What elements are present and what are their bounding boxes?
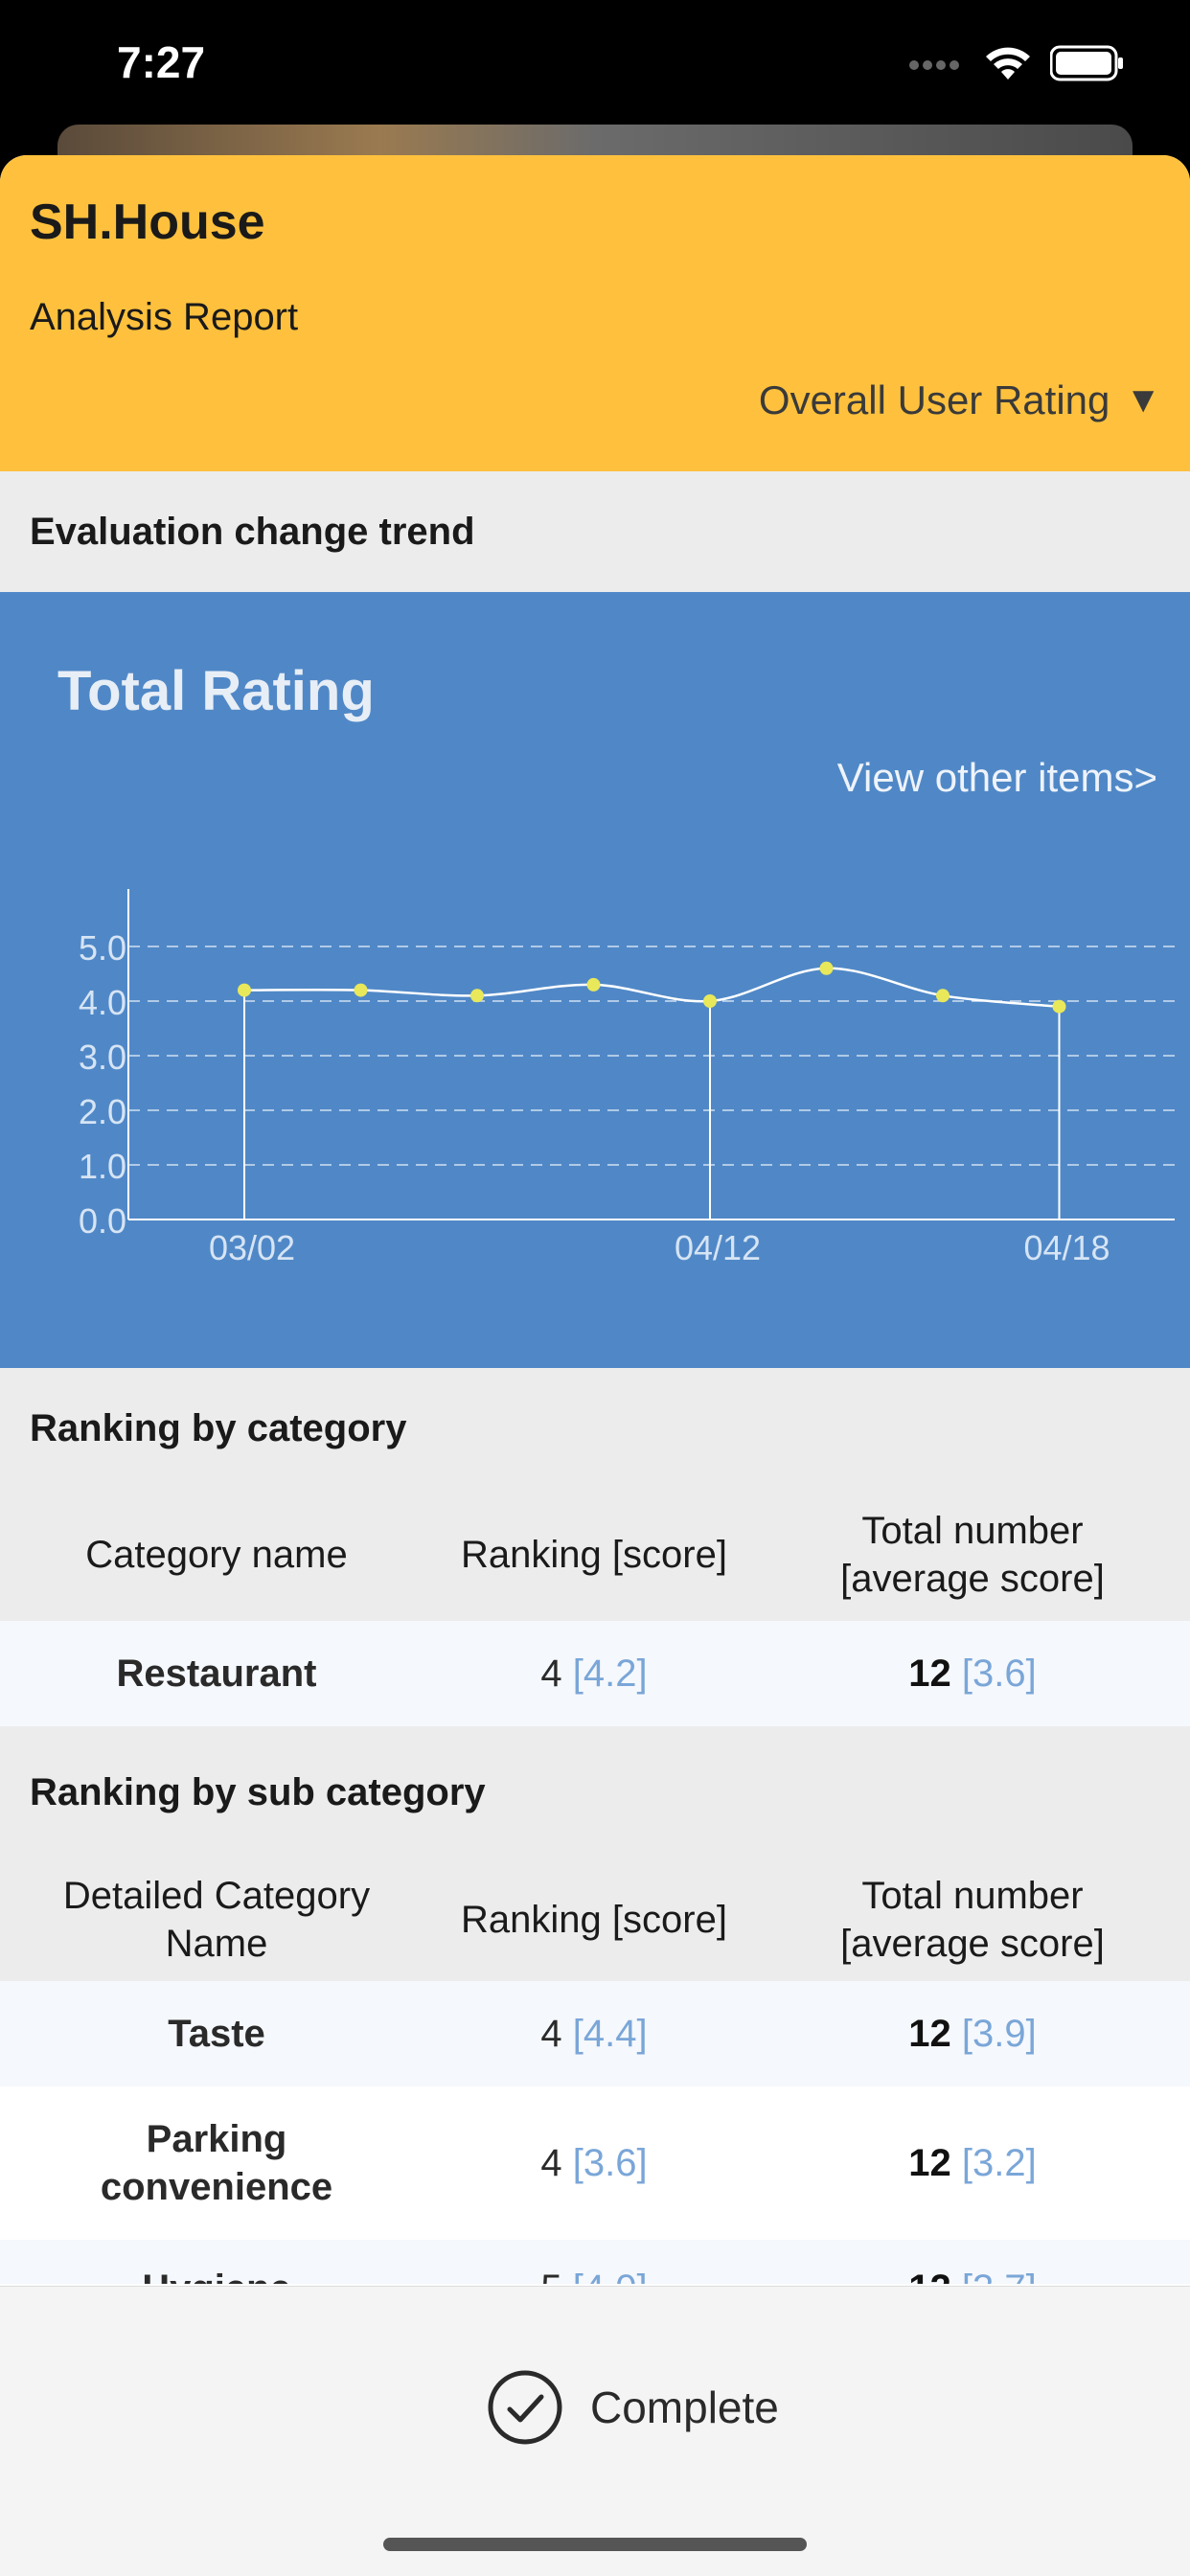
y-tick-label: 3.0 — [79, 1037, 126, 1077]
col-header-category: Category name — [85, 1534, 348, 1576]
col-header-ranking: Ranking [score] — [461, 1534, 727, 1576]
x-tick-label: 04/12 — [675, 1228, 761, 1267]
trend-section-title: Evaluation change trend — [0, 471, 1190, 592]
rank-score: [4.4] — [572, 2013, 648, 2055]
rank-score: [4.0] — [573, 2268, 648, 2284]
data-point — [936, 989, 950, 1003]
total-score: [3.6] — [961, 1653, 1037, 1695]
table-row: Taste 4 [4.4] 12 [3.9] — [0, 1981, 1190, 2086]
subcategory-name: Taste — [168, 2013, 265, 2055]
view-other-items-link[interactable]: View other items> — [837, 755, 1157, 801]
data-point — [470, 989, 484, 1003]
subcategory-name: Hygiene — [0, 2240, 433, 2284]
total-cell: 12 [3.7] — [755, 2240, 1190, 2284]
total-value: 12 — [908, 2142, 951, 2184]
total-score: [3.7] — [962, 2268, 1037, 2284]
ranking-cell: 5 [4.0] — [433, 2240, 755, 2284]
subcategory-name: Parking convenience — [100, 2118, 333, 2208]
y-tick-label: 4.0 — [79, 983, 126, 1022]
ranking-cell: 4 [4.4] — [433, 2010, 755, 2058]
rating-type-dropdown[interactable]: Overall User Rating ▼ — [759, 377, 1161, 423]
chart-panel: 0.0 1.0 2.0 3.0 4.0 5.0 03/02 04/12 04/18 Total … — [0, 592, 1190, 1368]
subcategory-section-title: Ranking by sub category — [0, 1726, 1190, 1858]
col-header-ranking: Ranking [score] — [461, 1899, 727, 1941]
total-score: [3.9] — [961, 2013, 1037, 2055]
report-sheet: SH.House Analysis Report Overall User Ra… — [0, 155, 1190, 2575]
complete-button[interactable]: Complete — [487, 2369, 779, 2446]
data-point — [819, 961, 834, 975]
data-point — [586, 977, 601, 992]
rank-value: 4 — [540, 2142, 562, 2184]
status-icons — [908, 44, 1125, 82]
status-time: 7:27 — [117, 37, 206, 87]
ranking-cell: 4 [4.2] — [433, 1650, 755, 1698]
total-cell: 12 [3.6] — [755, 1650, 1190, 1698]
col-header-detailed-category: Detailed Category Name — [62, 1875, 371, 1965]
footer-bar: Complete — [0, 2286, 1190, 2576]
rank-score: [4.2] — [572, 1653, 648, 1695]
category-name: Restaurant — [116, 1653, 317, 1695]
y-tick-label: 1.0 — [79, 1147, 126, 1186]
report-header: SH.House Analysis Report Overall User Ra… — [0, 155, 1190, 471]
subcategory-table-header: Detailed Category Name Ranking [score] T… — [0, 1858, 1190, 1981]
y-tick-label: 5.0 — [79, 928, 126, 968]
total-value: 12 — [908, 2013, 951, 2055]
rank-value: 4 — [540, 1653, 562, 1695]
rank-value: 4 — [540, 2013, 562, 2055]
category-table-header: Category name Ranking [score] Total numb… — [0, 1489, 1190, 1621]
total-value: 12 — [908, 1653, 951, 1695]
total-cell: 12 [3.2] — [755, 2139, 1190, 2187]
total-cell: 12 [3.9] — [755, 2010, 1190, 2058]
data-point — [238, 983, 251, 997]
y-tick-label: 0.0 — [79, 1201, 126, 1241]
home-indicator — [383, 2538, 807, 2551]
data-point — [354, 983, 368, 997]
chart-title: Total Rating — [57, 660, 375, 722]
cellular-signal-icon — [909, 60, 959, 70]
table-row: Restaurant 4 [4.2] 12 [3.6] — [0, 1621, 1190, 1726]
complete-button-label: Complete — [590, 2382, 779, 2432]
total-score: [3.2] — [961, 2142, 1037, 2184]
battery-icon — [1050, 45, 1123, 81]
y-tick-label: 2.0 — [79, 1092, 126, 1131]
triangle-down-icon: ▼ — [1125, 379, 1161, 421]
table-row: Parking convenience 4 [3.6] 12 [3.2] — [0, 2086, 1190, 2240]
page-title: SH.House — [30, 194, 265, 250]
rank-score: [3.6] — [572, 2142, 648, 2184]
rank-value: 5 — [540, 2268, 561, 2284]
data-point — [1052, 999, 1066, 1014]
x-tick-label: 04/18 — [1023, 1228, 1110, 1267]
status-bar: 7:27 — [0, 0, 1190, 134]
col-header-total: Total number [average score] — [840, 1875, 1105, 1965]
data-point — [703, 994, 717, 1008]
table-row: Hygiene 5 [4.0] 12 [3.7] — [0, 2240, 1190, 2284]
category-section-title: Ranking by category — [0, 1368, 1190, 1489]
wifi-icon — [986, 47, 1030, 80]
x-tick-label: 03/02 — [209, 1228, 295, 1267]
checkmark-circle-icon — [488, 2370, 562, 2445]
ranking-cell: 4 [3.6] — [433, 2139, 755, 2187]
total-value: 12 — [908, 2268, 951, 2284]
rating-type-label: Overall User Rating — [758, 377, 1110, 422]
col-header-total: Total number [average score] — [840, 1510, 1105, 1600]
page-subtitle: Analysis Report — [30, 296, 299, 338]
